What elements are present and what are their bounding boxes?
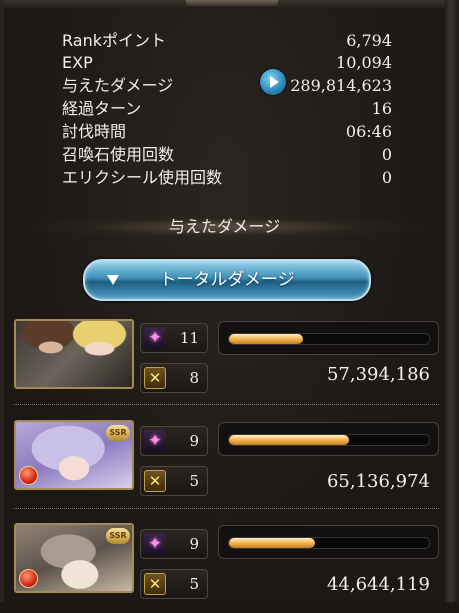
character-portrait[interactable] [14,319,134,389]
skill-count-badge: 11 [140,323,208,353]
damage-value: 65,136,974 [326,471,430,492]
character-row: SSR 9 5 44,644,119 [14,523,444,613]
play-icon[interactable] [260,69,286,95]
damage-bar [218,321,439,355]
damage-bar-fill [229,538,315,548]
skill-count-badge: 9 [140,426,208,456]
stat-battle-time: 討伐時間 06:46 [62,121,392,143]
skill-count-badge: 9 [140,529,208,559]
window-top-frame [0,0,459,8]
ougi-count-badge: 5 [140,569,208,599]
damage-bar-track [228,537,430,549]
dropdown-selected-label: トータルダメージ [159,270,295,290]
character-portrait[interactable]: SSR [14,420,134,490]
rarity-badge: SSR [106,425,130,441]
stat-label: 経過ターン [62,99,142,118]
top-tab [186,0,278,6]
ougi-count: 8 [189,369,199,387]
ougi-count-badge: 5 [140,466,208,496]
skill-count: 9 [189,535,199,553]
damage-bar-track [228,434,430,446]
skill-count: 11 [179,329,199,347]
damage-bar [218,422,439,456]
sparkle-icon [144,533,166,555]
stat-label: 討伐時間 [62,122,127,141]
damage-bar-fill [229,435,349,445]
fire-element-icon [19,466,38,485]
sparkle-icon [144,327,166,349]
stat-value: 289,814,623 [290,76,392,95]
character-portrait[interactable]: SSR [14,523,134,593]
skill-count: 9 [189,432,199,450]
ougi-count: 5 [189,472,199,490]
row-divider [14,404,439,405]
damage-value: 44,644,119 [326,574,430,595]
stat-summon-uses: 召喚石使用回数 0 [62,144,392,166]
crossed-swords-icon [144,367,166,389]
character-row: 11 8 57,394,186 [14,319,444,409]
character-row: SSR 9 5 65,136,974 [14,420,444,510]
row-divider [14,508,439,509]
stat-turns: 経過ターン 16 [62,98,392,120]
fire-element-icon [19,569,38,588]
stat-label: エリクシール使用回数 [62,168,223,187]
damage-bar-fill [229,334,303,344]
stat-value: 0 [381,168,392,187]
stat-exp: EXP 10,094 [62,52,392,74]
damage-bar [218,525,439,559]
damage-value: 57,394,186 [326,364,430,385]
stat-value: 10,094 [336,53,392,72]
ougi-count-badge: 8 [140,363,208,393]
stat-label: Rankポイント [62,31,166,50]
damage-bar-track [228,333,430,345]
damage-type-dropdown[interactable]: トータルダメージ [83,259,371,301]
stat-label: EXP [62,53,93,72]
stat-value: 06:46 [345,122,392,141]
stat-value: 6,794 [346,31,392,50]
stat-value: 0 [381,145,392,164]
crossed-swords-icon [144,573,166,595]
rarity-badge: SSR [106,528,130,544]
section-title: 与えたダメージ [4,214,445,240]
stat-elixir-uses: エリクシール使用回数 0 [62,167,392,189]
stat-damage-dealt: 与えたダメージ 289,814,623 [62,75,392,97]
stat-rank-points: Rankポイント 6,794 [62,30,392,52]
stat-value: 16 [371,99,392,118]
sparkle-icon [144,430,166,452]
right-frame [445,0,459,602]
crossed-swords-icon [144,470,166,492]
ougi-count: 5 [189,575,199,593]
stat-label: 与えたダメージ [62,76,174,95]
stat-label: 召喚石使用回数 [62,145,175,164]
